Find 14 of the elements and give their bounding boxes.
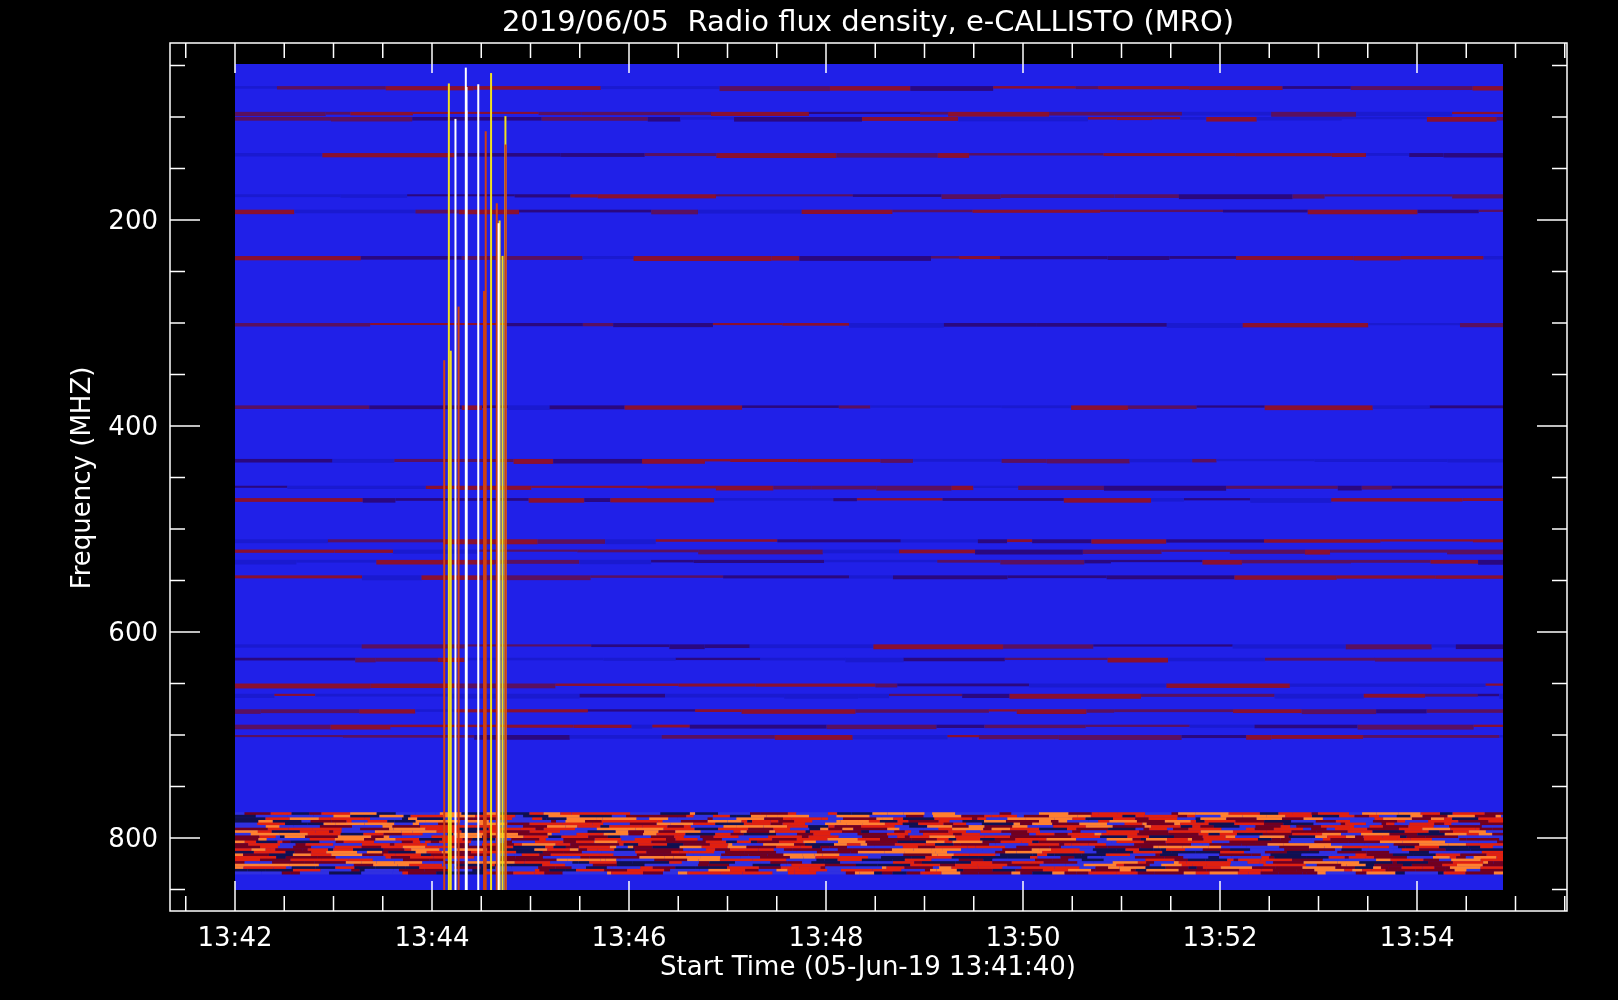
y-tick-label: 400 xyxy=(108,411,158,441)
x-tick-label: 13:50 xyxy=(985,922,1061,952)
x-tick-label: 13:44 xyxy=(394,922,470,952)
chart-title: 2019/06/05 Radio flux density, e-CALLISTO (MRO) xyxy=(501,4,1235,38)
x-tick-label: 13:42 xyxy=(197,922,273,952)
x-tick-label: 13:54 xyxy=(1379,922,1455,952)
x-axis-label: Start Time (05-Jun-19 13:41:40) xyxy=(660,951,1076,981)
y-axis-label: Frequency (MHZ) xyxy=(66,366,96,590)
x-tick-label: 13:46 xyxy=(591,922,667,952)
x-tick-label: 13:48 xyxy=(788,922,864,952)
y-tick-label: 600 xyxy=(108,617,158,647)
y-tick-label: 800 xyxy=(108,823,158,853)
x-tick-label: 13:52 xyxy=(1182,922,1258,952)
y-tick-label: 200 xyxy=(108,205,158,235)
